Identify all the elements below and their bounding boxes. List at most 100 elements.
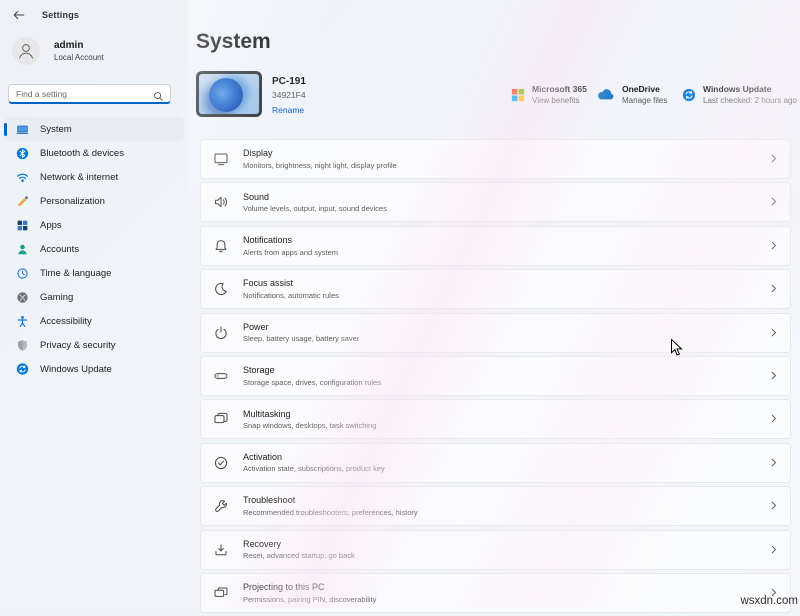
chevron-right-icon (771, 150, 777, 168)
row-subtitle: Volume levels, output, input, sound devi… (243, 204, 387, 214)
device-info: PC-191 34921F4 Rename (272, 76, 306, 118)
wallpaper-bloom (209, 78, 243, 112)
settings-row-activation[interactable]: Activation Activation state, subscriptio… (200, 442, 791, 483)
onedrive-icon (596, 88, 615, 101)
settings-row-recovery[interactable]: Recovery Reset, advanced startup, go bac… (200, 529, 791, 570)
quicklink-subtitle: Manage files (622, 96, 668, 105)
storage-icon (213, 368, 229, 384)
windows-update-icon (16, 363, 29, 376)
chevron-right-icon (771, 410, 777, 428)
sidebar-item-label: Gaming (40, 291, 74, 303)
troubleshoot-icon (213, 498, 229, 514)
notifications-icon (213, 238, 229, 254)
settings-window: Settings admin Local Account System Blue… (0, 0, 800, 613)
quicklink-subtitle: Last checked: 2 hours ago (703, 96, 797, 105)
row-title: Multitasking (243, 408, 291, 419)
settings-row-display[interactable]: Display Monitors, brightness, night ligh… (200, 139, 791, 179)
back-button[interactable] (12, 8, 26, 22)
account-card[interactable]: admin Local Account (12, 37, 104, 65)
recovery-icon (213, 542, 229, 558)
search-box (8, 84, 171, 104)
settings-row-storage[interactable]: Storage Storage space, drives, configura… (200, 355, 791, 396)
account-name: admin (54, 40, 84, 51)
display-icon (213, 151, 229, 167)
sidebar-item-time-language[interactable]: Time & language (4, 261, 184, 285)
account-type: Local Account (54, 53, 104, 62)
quicklink-title: Microsoft 365 (532, 84, 587, 94)
quicklink-subtitle: View benefits (532, 96, 580, 105)
device-id: 34921F4 (272, 90, 306, 100)
sidebar-item-gaming[interactable]: Gaming (4, 285, 184, 309)
settings-row-power[interactable]: Power Sleep, battery usage, battery save… (200, 312, 791, 353)
network-icon (16, 171, 29, 184)
sidebar-item-label: System (40, 123, 72, 135)
row-subtitle: Permissions, pairing PIN, discoverabilit… (243, 594, 377, 604)
window-title: Settings (42, 10, 80, 20)
search-input[interactable] (9, 85, 170, 102)
selected-indicator (4, 122, 7, 136)
settings-row-troubleshoot[interactable]: Troubleshoot Recommended troubleshooters… (200, 486, 791, 527)
row-subtitle: Notifications, automatic rules (243, 290, 339, 300)
sidebar-item-label: Apps (40, 219, 62, 231)
titlebar: Settings (12, 8, 79, 22)
focus-assist-icon (213, 281, 229, 297)
row-title: Sound (243, 191, 270, 202)
sidebar-item-accounts[interactable]: Accounts (4, 237, 184, 261)
sidebar-item-apps[interactable]: Apps (4, 213, 184, 237)
row-subtitle: Alerts from apps and system (243, 247, 339, 257)
row-subtitle: Sleep, battery usage, battery saver (243, 334, 360, 344)
row-title: Notifications (243, 235, 293, 246)
rename-link[interactable]: Rename (272, 105, 304, 115)
sidebar-item-windows-update[interactable]: Windows Update (4, 357, 184, 381)
sidebar-item-system[interactable]: System (4, 117, 184, 141)
settings-row-projecting[interactable]: Projecting to this PC Permissions, pairi… (200, 572, 791, 613)
chevron-right-icon (771, 497, 777, 515)
quicklink-microsoft-365[interactable]: Microsoft 365 View benefits (511, 84, 587, 105)
microsoft-365-icon (511, 88, 525, 102)
accessibility-icon (16, 315, 29, 328)
row-title: Power (243, 321, 269, 332)
settings-row-sound[interactable]: Sound Volume levels, output, input, soun… (200, 182, 791, 223)
accounts-icon (16, 243, 29, 256)
settings-list: Display Monitors, brightness, night ligh… (200, 139, 791, 616)
sidebar-item-personalization[interactable]: Personalization (4, 189, 184, 213)
row-subtitle: Reset, advanced startup, go back (243, 551, 355, 561)
search-icon (153, 89, 164, 107)
power-icon (213, 325, 229, 341)
quicklink-onedrive[interactable]: OneDrive Manage files (596, 84, 667, 105)
row-subtitle: Snap windows, desktops, task switching (243, 421, 377, 431)
bluetooth-icon (16, 147, 29, 160)
page-title: System (196, 30, 271, 53)
projecting-icon (213, 585, 229, 601)
device-thumbnail (196, 71, 262, 117)
row-title: Projecting to this PC (243, 582, 325, 593)
sidebar-item-label: Bluetooth & devices (40, 147, 124, 159)
settings-row-notifications[interactable]: Notifications Alerts from apps and syste… (200, 225, 791, 266)
activation-icon (213, 455, 229, 471)
sidebar-item-label: Windows Update (40, 363, 112, 375)
settings-row-focus-assist[interactable]: Focus assist Notifications, automatic ru… (200, 269, 791, 310)
sidebar-item-bluetooth-devices[interactable]: Bluetooth & devices (4, 141, 184, 165)
quicklink-title: Windows Update (703, 84, 772, 94)
row-title: Display (243, 148, 273, 159)
chevron-right-icon (771, 367, 777, 385)
device-name: PC-191 (272, 76, 306, 87)
chevron-right-icon (771, 324, 777, 342)
quicklink-title: OneDrive (622, 84, 660, 94)
row-title: Recovery (243, 538, 282, 549)
multitasking-icon (213, 411, 229, 427)
chevron-right-icon (771, 280, 777, 298)
sidebar-item-label: Network & internet (40, 171, 119, 183)
personalization-icon (16, 195, 29, 208)
sidebar-item-label: Personalization (40, 195, 105, 207)
settings-row-multitasking[interactable]: Multitasking Snap windows, desktops, tas… (200, 399, 791, 440)
sidebar-item-network-internet[interactable]: Network & internet (4, 165, 184, 189)
sidebar-item-label: Privacy & security (40, 339, 116, 351)
sidebar-item-label: Time & language (40, 267, 112, 279)
sidebar-item-accessibility[interactable]: Accessibility (4, 309, 184, 333)
sidebar-item-privacy-security[interactable]: Privacy & security (4, 333, 184, 357)
quicklink-windows-update[interactable]: Windows Update Last checked: 2 hours ago (682, 84, 797, 105)
windows-update-icon (682, 88, 696, 102)
row-title: Activation (243, 451, 283, 462)
system-icon (16, 123, 29, 136)
